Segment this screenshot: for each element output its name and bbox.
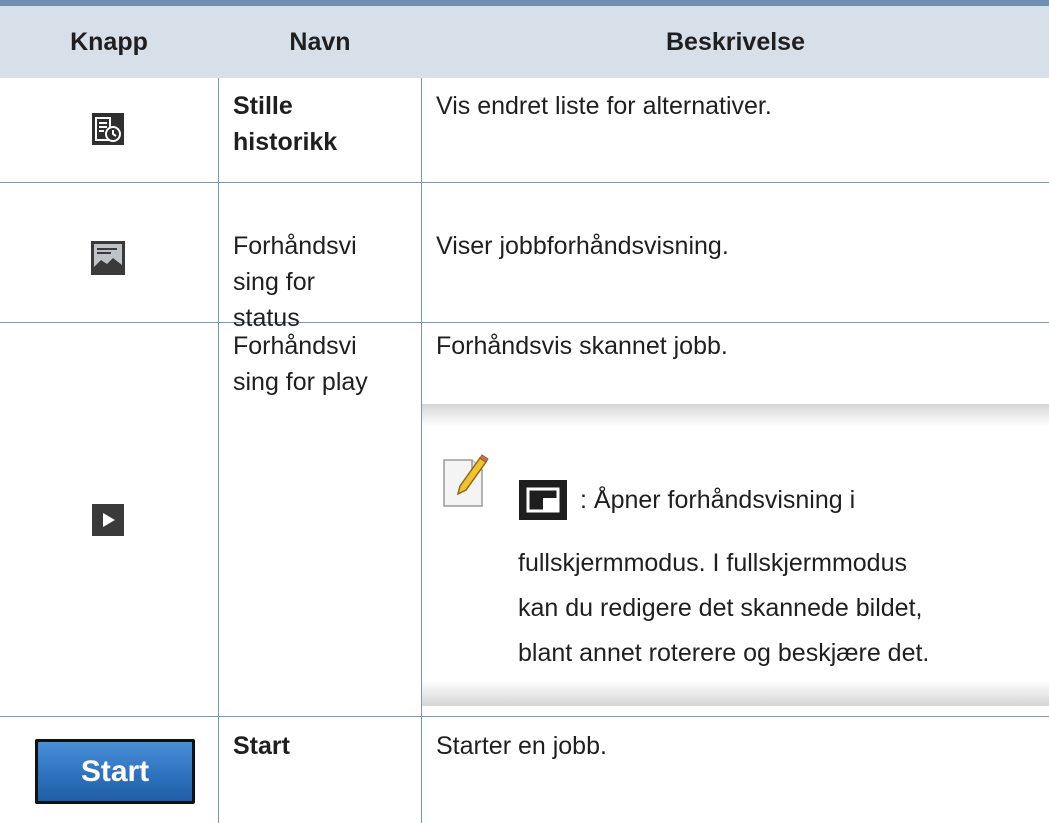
row-name: Start [233,732,290,760]
row-name: Stille historikk [233,92,338,156]
row-description: Starter en jobb. [436,732,607,760]
header-knapp: Knapp [70,28,148,56]
row-description: Forhåndsvis skannet jobb. [436,332,728,360]
note-pencil-icon [438,452,492,510]
row-divider [0,322,1049,323]
header-beskrivelse: Beskrivelse [665,28,805,56]
row-name: Forhåndsvi sing for play [233,332,368,396]
header-navn: Navn [289,28,351,56]
image-preview-icon[interactable] [91,241,125,275]
fullscreen-icon[interactable] [519,480,567,520]
history-list-icon[interactable] [92,113,124,145]
start-button[interactable]: Start [35,739,195,804]
row-divider [0,182,1049,183]
play-preview-icon[interactable] [92,504,124,536]
row-name: Forhåndsvi sing for status [233,232,357,332]
row-description: Viser jobbforhåndsvisning. [436,232,729,260]
row-divider [0,716,1049,717]
note-first-line: : Åpner forhåndsvisning i [580,486,856,514]
column-divider [218,78,219,823]
row-description: Vis endret liste for alternativer. [436,92,772,120]
note-text: fullskjermmodus. I fullskjermmodus kan d… [518,549,930,667]
